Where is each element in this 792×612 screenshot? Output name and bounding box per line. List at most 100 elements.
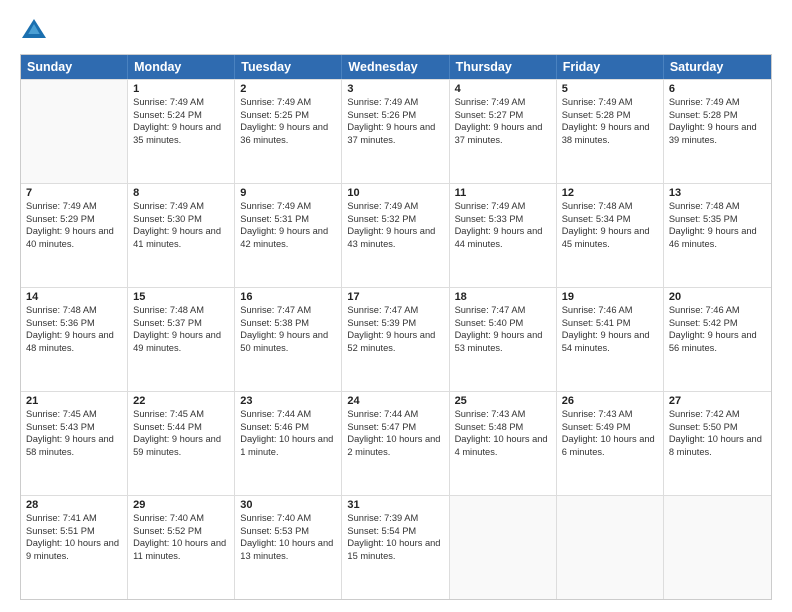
- cal-cell: 8Sunrise: 7:49 AMSunset: 5:30 PMDaylight…: [128, 184, 235, 287]
- sunrise-text: Sunrise: 7:47 AM: [347, 304, 443, 317]
- daylight-text: Daylight: 9 hours and 56 minutes.: [669, 329, 766, 354]
- daylight-text: Daylight: 10 hours and 4 minutes.: [455, 433, 551, 458]
- calendar: SundayMondayTuesdayWednesdayThursdayFrid…: [20, 54, 772, 600]
- day-number: 14: [26, 291, 122, 303]
- sunset-text: Sunset: 5:49 PM: [562, 421, 658, 434]
- cal-cell: [21, 80, 128, 183]
- cal-header-sunday: Sunday: [21, 55, 128, 79]
- cal-cell: 14Sunrise: 7:48 AMSunset: 5:36 PMDayligh…: [21, 288, 128, 391]
- logo: [20, 16, 52, 44]
- cal-cell: 26Sunrise: 7:43 AMSunset: 5:49 PMDayligh…: [557, 392, 664, 495]
- cal-cell: 13Sunrise: 7:48 AMSunset: 5:35 PMDayligh…: [664, 184, 771, 287]
- day-number: 6: [669, 83, 766, 95]
- day-number: 31: [347, 499, 443, 511]
- day-number: 5: [562, 83, 658, 95]
- day-number: 8: [133, 187, 229, 199]
- cal-cell: 6Sunrise: 7:49 AMSunset: 5:28 PMDaylight…: [664, 80, 771, 183]
- sunrise-text: Sunrise: 7:49 AM: [240, 96, 336, 109]
- daylight-text: Daylight: 10 hours and 11 minutes.: [133, 537, 229, 562]
- cal-cell: 1Sunrise: 7:49 AMSunset: 5:24 PMDaylight…: [128, 80, 235, 183]
- cal-cell: 2Sunrise: 7:49 AMSunset: 5:25 PMDaylight…: [235, 80, 342, 183]
- sunset-text: Sunset: 5:26 PM: [347, 109, 443, 122]
- sunrise-text: Sunrise: 7:42 AM: [669, 408, 766, 421]
- sunrise-text: Sunrise: 7:45 AM: [26, 408, 122, 421]
- daylight-text: Daylight: 9 hours and 50 minutes.: [240, 329, 336, 354]
- daylight-text: Daylight: 9 hours and 36 minutes.: [240, 121, 336, 146]
- sunset-text: Sunset: 5:40 PM: [455, 317, 551, 330]
- cal-cell: 10Sunrise: 7:49 AMSunset: 5:32 PMDayligh…: [342, 184, 449, 287]
- cal-header-saturday: Saturday: [664, 55, 771, 79]
- sunrise-text: Sunrise: 7:49 AM: [669, 96, 766, 109]
- day-number: 4: [455, 83, 551, 95]
- sunset-text: Sunset: 5:53 PM: [240, 525, 336, 538]
- sunset-text: Sunset: 5:42 PM: [669, 317, 766, 330]
- daylight-text: Daylight: 9 hours and 39 minutes.: [669, 121, 766, 146]
- sunrise-text: Sunrise: 7:48 AM: [26, 304, 122, 317]
- day-number: 2: [240, 83, 336, 95]
- day-number: 19: [562, 291, 658, 303]
- day-number: 1: [133, 83, 229, 95]
- sunrise-text: Sunrise: 7:49 AM: [562, 96, 658, 109]
- header: [20, 16, 772, 44]
- daylight-text: Daylight: 10 hours and 8 minutes.: [669, 433, 766, 458]
- daylight-text: Daylight: 9 hours and 53 minutes.: [455, 329, 551, 354]
- cal-cell: 12Sunrise: 7:48 AMSunset: 5:34 PMDayligh…: [557, 184, 664, 287]
- sunrise-text: Sunrise: 7:49 AM: [347, 200, 443, 213]
- daylight-text: Daylight: 9 hours and 49 minutes.: [133, 329, 229, 354]
- day-number: 7: [26, 187, 122, 199]
- day-number: 17: [347, 291, 443, 303]
- cal-cell: 7Sunrise: 7:49 AMSunset: 5:29 PMDaylight…: [21, 184, 128, 287]
- sunset-text: Sunset: 5:43 PM: [26, 421, 122, 434]
- sunset-text: Sunset: 5:32 PM: [347, 213, 443, 226]
- cal-cell: 19Sunrise: 7:46 AMSunset: 5:41 PMDayligh…: [557, 288, 664, 391]
- sunrise-text: Sunrise: 7:48 AM: [133, 304, 229, 317]
- cal-week-3: 14Sunrise: 7:48 AMSunset: 5:36 PMDayligh…: [21, 287, 771, 391]
- daylight-text: Daylight: 9 hours and 40 minutes.: [26, 225, 122, 250]
- cal-cell: 4Sunrise: 7:49 AMSunset: 5:27 PMDaylight…: [450, 80, 557, 183]
- daylight-text: Daylight: 10 hours and 1 minute.: [240, 433, 336, 458]
- cal-cell: 24Sunrise: 7:44 AMSunset: 5:47 PMDayligh…: [342, 392, 449, 495]
- cal-cell: [450, 496, 557, 599]
- day-number: 22: [133, 395, 229, 407]
- sunrise-text: Sunrise: 7:49 AM: [133, 96, 229, 109]
- sunset-text: Sunset: 5:39 PM: [347, 317, 443, 330]
- sunrise-text: Sunrise: 7:49 AM: [133, 200, 229, 213]
- day-number: 30: [240, 499, 336, 511]
- daylight-text: Daylight: 10 hours and 15 minutes.: [347, 537, 443, 562]
- sunset-text: Sunset: 5:36 PM: [26, 317, 122, 330]
- sunset-text: Sunset: 5:34 PM: [562, 213, 658, 226]
- day-number: 15: [133, 291, 229, 303]
- sunset-text: Sunset: 5:37 PM: [133, 317, 229, 330]
- daylight-text: Daylight: 9 hours and 37 minutes.: [455, 121, 551, 146]
- sunrise-text: Sunrise: 7:49 AM: [455, 96, 551, 109]
- daylight-text: Daylight: 9 hours and 58 minutes.: [26, 433, 122, 458]
- cal-cell: 27Sunrise: 7:42 AMSunset: 5:50 PMDayligh…: [664, 392, 771, 495]
- calendar-header-row: SundayMondayTuesdayWednesdayThursdayFrid…: [21, 55, 771, 79]
- sunrise-text: Sunrise: 7:39 AM: [347, 512, 443, 525]
- cal-cell: 28Sunrise: 7:41 AMSunset: 5:51 PMDayligh…: [21, 496, 128, 599]
- sunset-text: Sunset: 5:51 PM: [26, 525, 122, 538]
- sunset-text: Sunset: 5:35 PM: [669, 213, 766, 226]
- sunrise-text: Sunrise: 7:43 AM: [562, 408, 658, 421]
- cal-cell: 3Sunrise: 7:49 AMSunset: 5:26 PMDaylight…: [342, 80, 449, 183]
- cal-week-1: 1Sunrise: 7:49 AMSunset: 5:24 PMDaylight…: [21, 79, 771, 183]
- daylight-text: Daylight: 9 hours and 44 minutes.: [455, 225, 551, 250]
- sunset-text: Sunset: 5:46 PM: [240, 421, 336, 434]
- cal-header-friday: Friday: [557, 55, 664, 79]
- cal-cell: 22Sunrise: 7:45 AMSunset: 5:44 PMDayligh…: [128, 392, 235, 495]
- sunrise-text: Sunrise: 7:45 AM: [133, 408, 229, 421]
- cal-week-2: 7Sunrise: 7:49 AMSunset: 5:29 PMDaylight…: [21, 183, 771, 287]
- sunset-text: Sunset: 5:38 PM: [240, 317, 336, 330]
- sunrise-text: Sunrise: 7:47 AM: [240, 304, 336, 317]
- day-number: 11: [455, 187, 551, 199]
- sunrise-text: Sunrise: 7:48 AM: [669, 200, 766, 213]
- sunrise-text: Sunrise: 7:40 AM: [133, 512, 229, 525]
- daylight-text: Daylight: 9 hours and 45 minutes.: [562, 225, 658, 250]
- sunset-text: Sunset: 5:27 PM: [455, 109, 551, 122]
- sunset-text: Sunset: 5:25 PM: [240, 109, 336, 122]
- cal-cell: 9Sunrise: 7:49 AMSunset: 5:31 PMDaylight…: [235, 184, 342, 287]
- cal-cell: 31Sunrise: 7:39 AMSunset: 5:54 PMDayligh…: [342, 496, 449, 599]
- sunset-text: Sunset: 5:33 PM: [455, 213, 551, 226]
- daylight-text: Daylight: 9 hours and 54 minutes.: [562, 329, 658, 354]
- sunset-text: Sunset: 5:50 PM: [669, 421, 766, 434]
